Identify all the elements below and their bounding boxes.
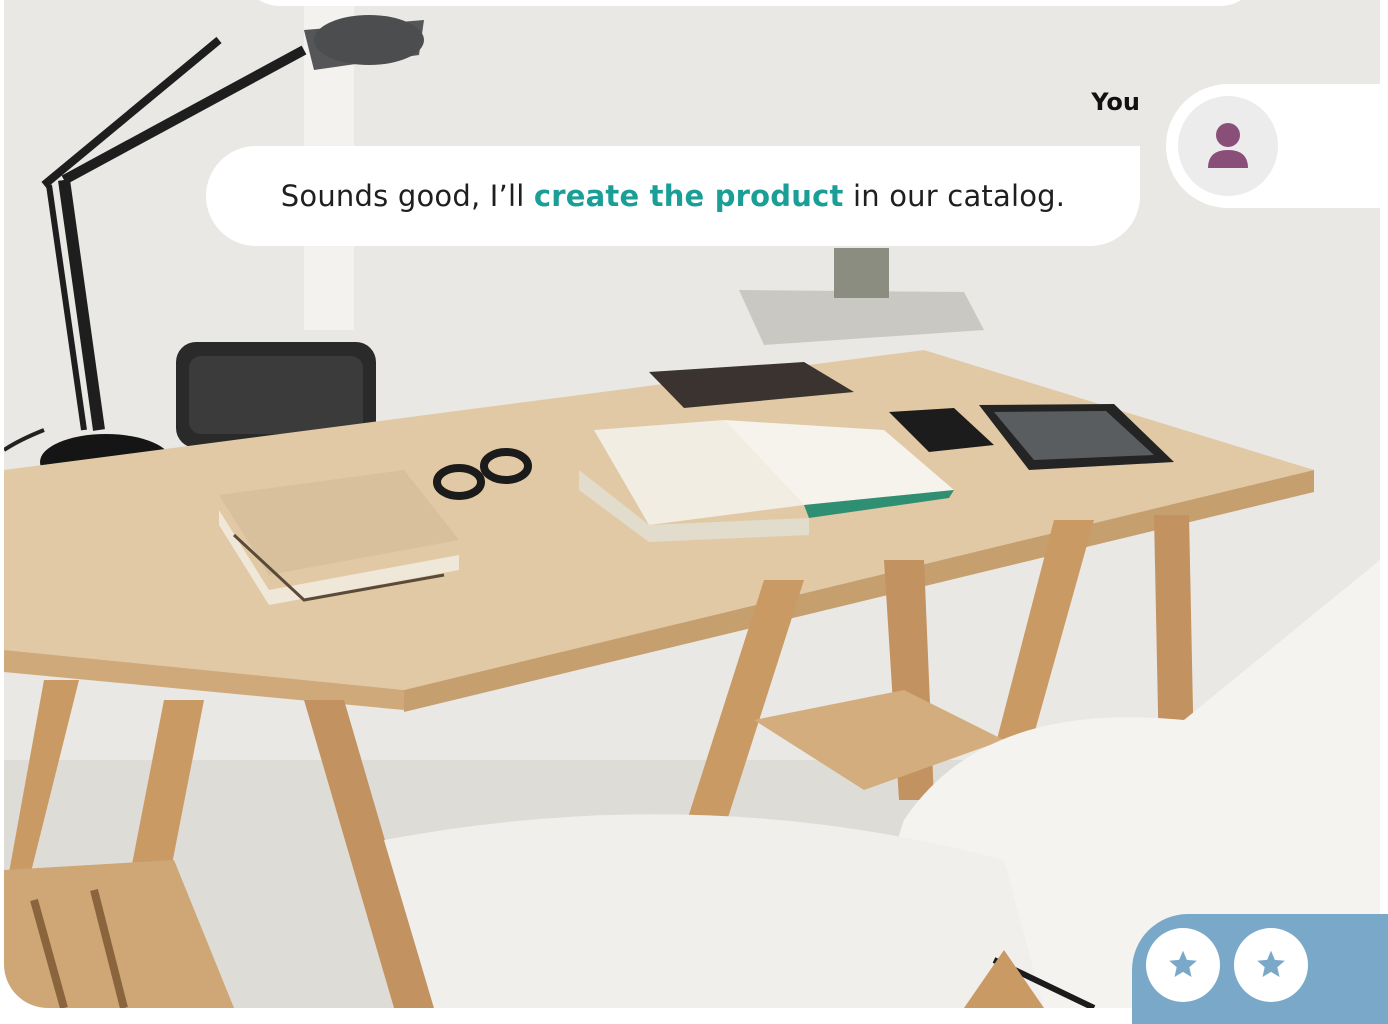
sender-name: You	[1091, 88, 1140, 116]
star-button-1[interactable]	[1146, 928, 1220, 1002]
message-bubble: Sounds good, I’ll create the product in …	[206, 146, 1140, 246]
previous-message-bubble	[240, 0, 1260, 6]
avatar[interactable]	[1178, 96, 1278, 196]
star-button-2[interactable]	[1234, 928, 1308, 1002]
message-suffix: in our catalog.	[843, 179, 1066, 213]
star-icon	[1257, 950, 1285, 977]
message-highlight-link[interactable]: create the product	[534, 179, 844, 213]
star-icon	[1169, 950, 1197, 977]
message-prefix: Sounds good, I’ll	[280, 179, 534, 213]
user-icon	[1208, 123, 1248, 168]
rating-panel	[1132, 914, 1388, 1024]
